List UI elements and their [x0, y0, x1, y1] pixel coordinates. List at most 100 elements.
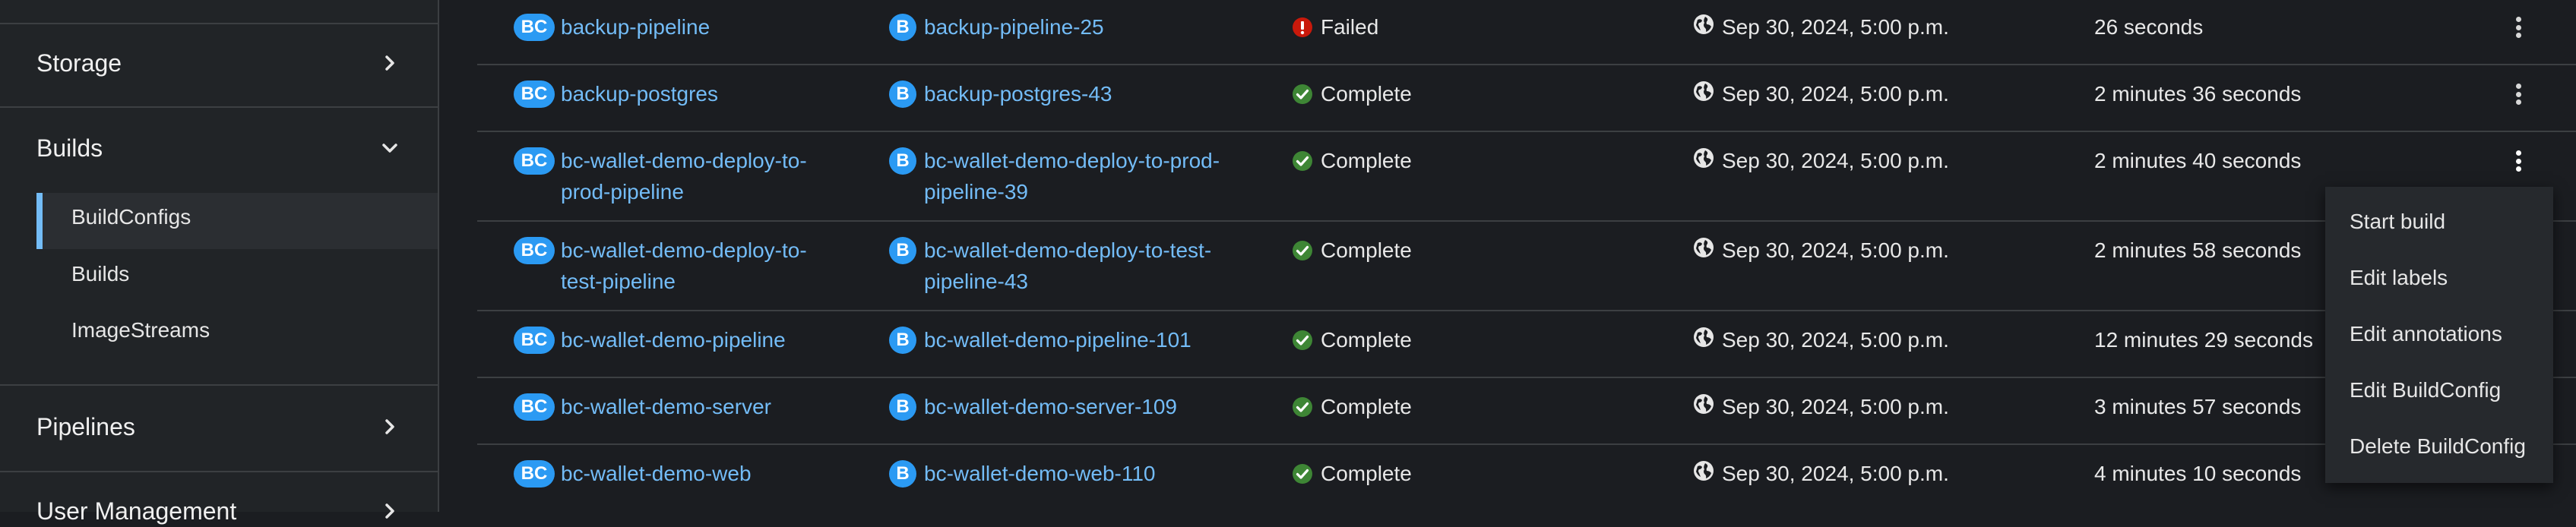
last-build-link-cont[interactable]: pipeline-39 [924, 176, 1028, 208]
build-badge: B [889, 237, 916, 264]
buildconfig-name-link[interactable]: bc-wallet-demo-deploy-to- [561, 145, 807, 177]
sidebar-section-label: Builds [36, 134, 103, 162]
error-circle-icon [1293, 17, 1312, 37]
sidebar: Storage Builds BuildConfigs Builds Image… [0, 0, 439, 525]
buildconfig-name-link[interactable]: backup-pipeline [561, 11, 710, 43]
sidebar-item-buildconfigs[interactable]: BuildConfigs [71, 205, 191, 229]
sidebar-section-label: Pipelines [36, 412, 135, 440]
row-divider [477, 220, 2576, 222]
build-status: Complete [1321, 328, 1412, 352]
sidebar-section-storage[interactable]: Storage [36, 47, 401, 79]
buildconfig-badge: BC [514, 14, 555, 41]
chevron-right-icon [378, 52, 401, 74]
sidebar-divider [0, 384, 438, 386]
globe-icon [1694, 461, 1714, 481]
sidebar-item-imagestreams[interactable]: ImageStreams [71, 318, 210, 342]
build-created-time: Sep 30, 2024, 5:00 p.m. [1722, 462, 1949, 485]
globe-icon [1694, 327, 1714, 347]
buildconfig-name-link[interactable]: backup-postgres [561, 78, 718, 110]
check-circle-icon [1293, 464, 1312, 484]
sidebar-item-builds[interactable]: Builds [71, 262, 129, 286]
buildconfig-badge: BC [514, 147, 555, 175]
last-build-link[interactable]: backup-postgres-43 [924, 78, 1112, 110]
build-status: Complete [1321, 82, 1412, 106]
sidebar-divider [0, 106, 438, 108]
build-created-time: Sep 30, 2024, 5:00 p.m. [1722, 149, 1949, 172]
buildconfig-badge: BC [514, 460, 555, 488]
buildconfig-name-link[interactable]: bc-wallet-demo-deploy-to- [561, 235, 807, 267]
kebab-menu-icon[interactable] [2509, 79, 2527, 109]
build-badge: B [889, 327, 916, 354]
chevron-right-icon [378, 415, 401, 438]
last-build-link[interactable]: bc-wallet-demo-deploy-to-prod- [924, 145, 1220, 177]
kebab-menu-icon[interactable] [2509, 146, 2527, 176]
last-build-link[interactable]: backup-pipeline-25 [924, 11, 1104, 43]
build-badge: B [889, 460, 916, 488]
build-created-time: Sep 30, 2024, 5:00 p.m. [1722, 15, 1949, 39]
menu-item-edit-annotations[interactable]: Edit annotations [2350, 322, 2502, 346]
row-divider [477, 377, 2576, 378]
check-circle-icon [1293, 397, 1312, 417]
check-circle-icon [1293, 241, 1312, 260]
check-circle-icon [1293, 84, 1312, 104]
row-actions-menu: Start build Edit labels Edit annotations… [2325, 187, 2553, 483]
buildconfig-badge: BC [514, 237, 555, 264]
build-badge: B [889, 147, 916, 175]
build-duration: 2 minutes 40 seconds [2094, 149, 2302, 172]
globe-icon [1694, 81, 1714, 101]
globe-icon [1694, 148, 1714, 168]
last-build-link[interactable]: bc-wallet-demo-server-109 [924, 391, 1177, 423]
last-build-link[interactable]: bc-wallet-demo-deploy-to-test- [924, 235, 1211, 267]
build-created-time: Sep 30, 2024, 5:00 p.m. [1722, 82, 1949, 106]
buildconfig-name-link[interactable]: bc-wallet-demo-pipeline [561, 324, 786, 356]
sidebar-section-builds[interactable]: Builds [36, 132, 401, 164]
build-status: Complete [1321, 395, 1412, 418]
build-duration: 2 minutes 36 seconds [2094, 82, 2302, 106]
build-badge: B [889, 14, 916, 41]
build-duration: 4 minutes 10 seconds [2094, 462, 2302, 485]
menu-item-edit-labels[interactable]: Edit labels [2350, 266, 2448, 290]
row-divider [477, 310, 2576, 311]
build-status: Complete [1321, 462, 1412, 485]
sidebar-section-pipelines[interactable]: Pipelines [36, 411, 401, 443]
menu-item-start-build[interactable]: Start build [2350, 210, 2445, 234]
sidebar-section-label: User Management [36, 497, 237, 525]
build-badge: B [889, 393, 916, 421]
build-duration: 12 minutes 29 seconds [2094, 328, 2313, 352]
last-build-link[interactable]: bc-wallet-demo-web-110 [924, 458, 1156, 490]
build-badge: B [889, 80, 916, 108]
globe-icon [1694, 238, 1714, 257]
build-duration: 26 seconds [2094, 15, 2204, 39]
build-created-time: Sep 30, 2024, 5:00 p.m. [1722, 395, 1949, 418]
buildconfig-name-link-cont[interactable]: prod-pipeline [561, 176, 684, 208]
buildconfig-badge: BC [514, 327, 555, 354]
buildconfig-name-link[interactable]: bc-wallet-demo-web [561, 458, 752, 490]
chevron-right-icon [378, 500, 401, 522]
sidebar-section-user-management[interactable]: User Management [36, 495, 401, 527]
last-build-link[interactable]: bc-wallet-demo-pipeline-101 [924, 324, 1191, 356]
row-divider [477, 131, 2576, 132]
row-divider [477, 64, 2576, 65]
menu-item-edit-buildconfig[interactable]: Edit BuildConfig [2350, 378, 2501, 402]
check-circle-icon [1293, 330, 1312, 350]
build-duration: 3 minutes 57 seconds [2094, 395, 2302, 418]
build-created-time: Sep 30, 2024, 5:00 p.m. [1722, 238, 1949, 262]
build-status: Complete [1321, 149, 1412, 172]
last-build-link-cont[interactable]: pipeline-43 [924, 266, 1028, 298]
globe-icon [1694, 14, 1714, 34]
menu-item-delete-buildconfig[interactable]: Delete BuildConfig [2350, 434, 2526, 459]
row-divider [477, 443, 2576, 445]
sidebar-divider [0, 23, 438, 24]
build-duration: 2 minutes 58 seconds [2094, 238, 2302, 262]
buildconfig-badge: BC [514, 393, 555, 421]
sidebar-active-indicator [36, 193, 43, 249]
sidebar-section-label: Storage [36, 49, 122, 77]
buildconfig-name-link-cont[interactable]: test-pipeline [561, 266, 676, 298]
build-status: Failed [1321, 15, 1379, 39]
buildconfig-name-link[interactable]: bc-wallet-demo-server [561, 391, 771, 423]
build-created-time: Sep 30, 2024, 5:00 p.m. [1722, 328, 1949, 352]
check-circle-icon [1293, 151, 1312, 171]
chevron-down-icon [378, 137, 401, 159]
kebab-menu-icon[interactable] [2509, 12, 2527, 43]
buildconfig-badge: BC [514, 80, 555, 108]
